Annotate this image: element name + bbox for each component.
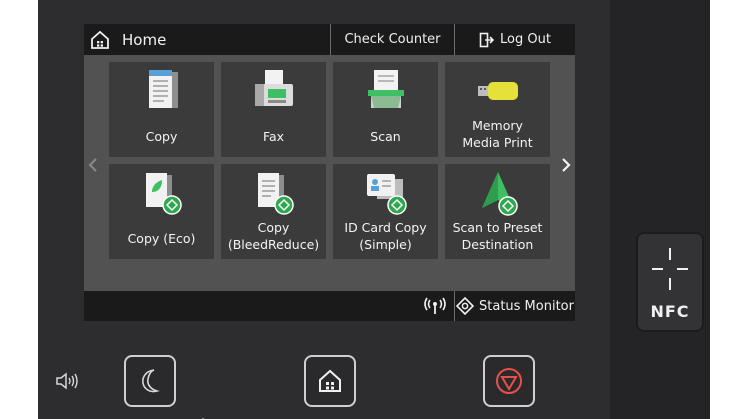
tile-copy-eco[interactable]: Copy (Eco) — [109, 164, 214, 259]
tile-memory-media-print[interactable]: Memory Media Print — [445, 62, 550, 157]
function-grid: Copy Fax Scan Memory Media Print Copy (E… — [84, 55, 575, 309]
status-monitor-icon — [456, 297, 474, 315]
status-monitor-label: Status Monitor — [479, 298, 574, 314]
send-arrow-icon — [445, 170, 550, 220]
home-title: Home — [84, 24, 166, 55]
tile-label: Scan to Preset Destination — [452, 220, 543, 252]
fax-icon — [221, 68, 326, 118]
touch-screen: Home Check Counter Log Out Copy Fax Scan… — [84, 24, 575, 321]
tile-copy[interactable]: Copy — [109, 62, 214, 157]
page-title: Home — [122, 30, 167, 49]
log-out-label: Log Out — [500, 32, 551, 47]
tile-scan-to-preset-destination[interactable]: Scan to Preset Destination — [445, 164, 550, 259]
check-counter-label: Check Counter — [344, 32, 441, 47]
tile-label: Copy — [145, 128, 178, 144]
next-page-arrow[interactable] — [557, 150, 575, 180]
tile-label: Memory Media Print — [462, 118, 533, 150]
tile-label: ID Card Copy (Simple) — [344, 220, 427, 252]
stop-button[interactable] — [483, 355, 535, 407]
status-monitor-button[interactable]: Status Monitor — [454, 291, 575, 321]
speaker-icon — [55, 370, 81, 392]
stop-icon — [496, 368, 522, 394]
tile-label: Fax — [262, 128, 285, 144]
copy-eco-icon — [109, 170, 214, 220]
home-icon — [86, 24, 114, 55]
prev-page-arrow[interactable] — [84, 150, 102, 180]
nfc-reader: NFC — [636, 232, 704, 332]
device-side-panel — [610, 0, 710, 419]
wireless-icon — [420, 291, 450, 321]
home-icon — [319, 369, 341, 392]
copy-bleed-icon — [221, 170, 326, 220]
chevron-up-icon — [196, 412, 210, 419]
nfc-label: NFC — [650, 302, 690, 321]
check-counter-button[interactable]: Check Counter — [330, 24, 454, 55]
tile-label: Copy (Eco) — [127, 230, 196, 246]
energy-saver-button[interactable] — [124, 355, 176, 407]
scan-icon — [333, 68, 438, 118]
bottom-bar: Status Monitor — [84, 291, 575, 321]
chevron-right-icon — [562, 158, 571, 172]
nfc-target-icon — [652, 248, 688, 290]
copy-icon — [109, 68, 214, 118]
id-card-icon — [333, 170, 438, 220]
chevron-left-icon — [88, 158, 97, 172]
tile-fax[interactable]: Fax — [221, 62, 326, 157]
tile-id-card-copy[interactable]: ID Card Copy (Simple) — [333, 164, 438, 259]
tile-scan[interactable]: Scan — [333, 62, 438, 157]
usb-memory-icon — [445, 68, 550, 118]
home-button[interactable] — [304, 355, 356, 407]
tile-copy-bleedreduce[interactable]: Copy (BleedReduce) — [221, 164, 326, 259]
moon-icon — [142, 369, 160, 393]
top-bar: Home Check Counter Log Out — [84, 24, 575, 55]
tile-label: Scan — [370, 128, 401, 144]
logout-icon — [479, 32, 495, 47]
log-out-button[interactable]: Log Out — [454, 24, 575, 55]
tile-label: Copy (BleedReduce) — [227, 220, 320, 252]
